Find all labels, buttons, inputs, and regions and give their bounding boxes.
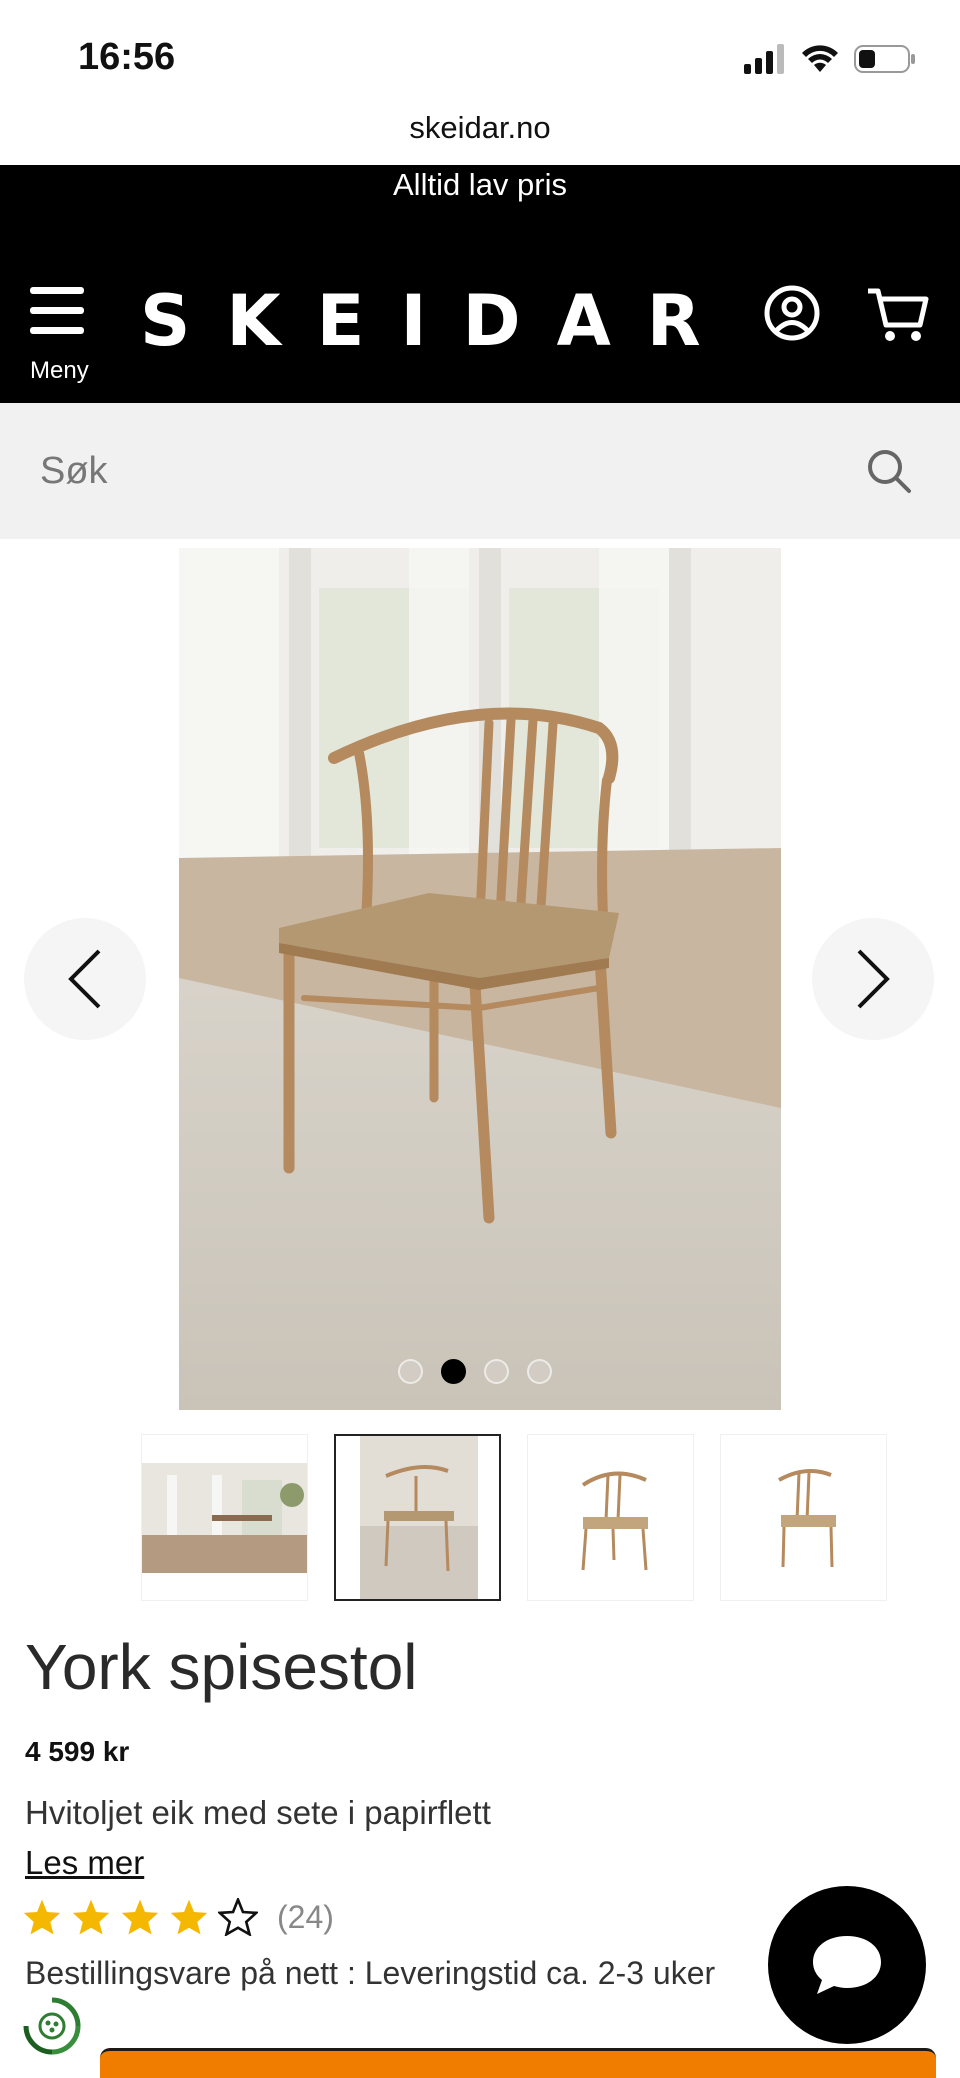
chat-button[interactable] — [768, 1886, 926, 2044]
star-filled-icon — [121, 1899, 159, 1935]
battery-icon — [854, 45, 915, 73]
recycle-badge[interactable] — [16, 1990, 88, 2062]
thumbnail-strip — [141, 1434, 887, 1601]
account-icon[interactable] — [764, 285, 820, 341]
thumbnail-room-scene[interactable] — [141, 1434, 308, 1601]
status-bar: 16:56 — [0, 0, 960, 110]
add-to-cart-button[interactable] — [100, 2048, 936, 2078]
star-empty-icon — [218, 1898, 258, 1936]
product-rating[interactable]: (24) — [22, 1898, 334, 1936]
search-icon[interactable] — [866, 448, 912, 494]
carousel-dot[interactable] — [484, 1359, 509, 1384]
chevron-left-icon — [68, 949, 101, 1009]
product-title: York spisestol — [25, 1631, 418, 1703]
status-icons — [744, 44, 916, 74]
delivery-info: Bestillingsvare på nett : Leveringstid c… — [25, 1955, 716, 1991]
read-more-link[interactable]: Les mer — [25, 1844, 144, 1882]
rating-count: (24) — [277, 1898, 334, 1935]
carousel-dot[interactable] — [398, 1359, 423, 1384]
product-image[interactable] — [179, 548, 781, 1410]
search-input[interactable] — [40, 443, 820, 499]
browser-url[interactable]: skeidar.no — [0, 110, 960, 146]
site-logo[interactable]: SKEIDAR — [140, 280, 737, 362]
carousel-dot[interactable] — [527, 1359, 552, 1384]
thumbnail-chair-front[interactable] — [527, 1434, 694, 1601]
cart-icon[interactable] — [866, 285, 930, 345]
previous-image-button[interactable] — [24, 918, 146, 1040]
search-bar — [0, 403, 960, 539]
promo-banner: Alltid lav pris — [393, 167, 567, 202]
chair-photo — [179, 548, 781, 1410]
menu-icon — [30, 287, 100, 334]
signal-icon — [744, 44, 784, 74]
carousel-dot-active[interactable] — [441, 1359, 466, 1384]
star-filled-icon — [170, 1899, 208, 1935]
star-filled-icon — [72, 1899, 110, 1935]
thumbnail-chair-on-rug[interactable] — [334, 1434, 501, 1601]
status-time: 16:56 — [78, 36, 176, 78]
chat-bubble-icon — [813, 1936, 881, 1994]
next-image-button[interactable] — [812, 918, 934, 1040]
menu-button[interactable]: Meny — [30, 287, 100, 387]
product-description: Hvitoljet eik med sete i papirflett — [25, 1794, 491, 1831]
wifi-icon — [802, 45, 838, 72]
star-filled-icon — [23, 1899, 61, 1935]
carousel-dots — [398, 1359, 552, 1384]
thumbnail-chair-angle[interactable] — [720, 1434, 887, 1601]
chevron-right-icon — [857, 949, 890, 1009]
product-price: 4 599 kr — [25, 1736, 130, 1767]
recycle-icon — [23, 1997, 81, 2055]
menu-label: Meny — [30, 357, 89, 384]
site-header: Alltid lav pris Meny SKEIDAR — [0, 165, 960, 403]
